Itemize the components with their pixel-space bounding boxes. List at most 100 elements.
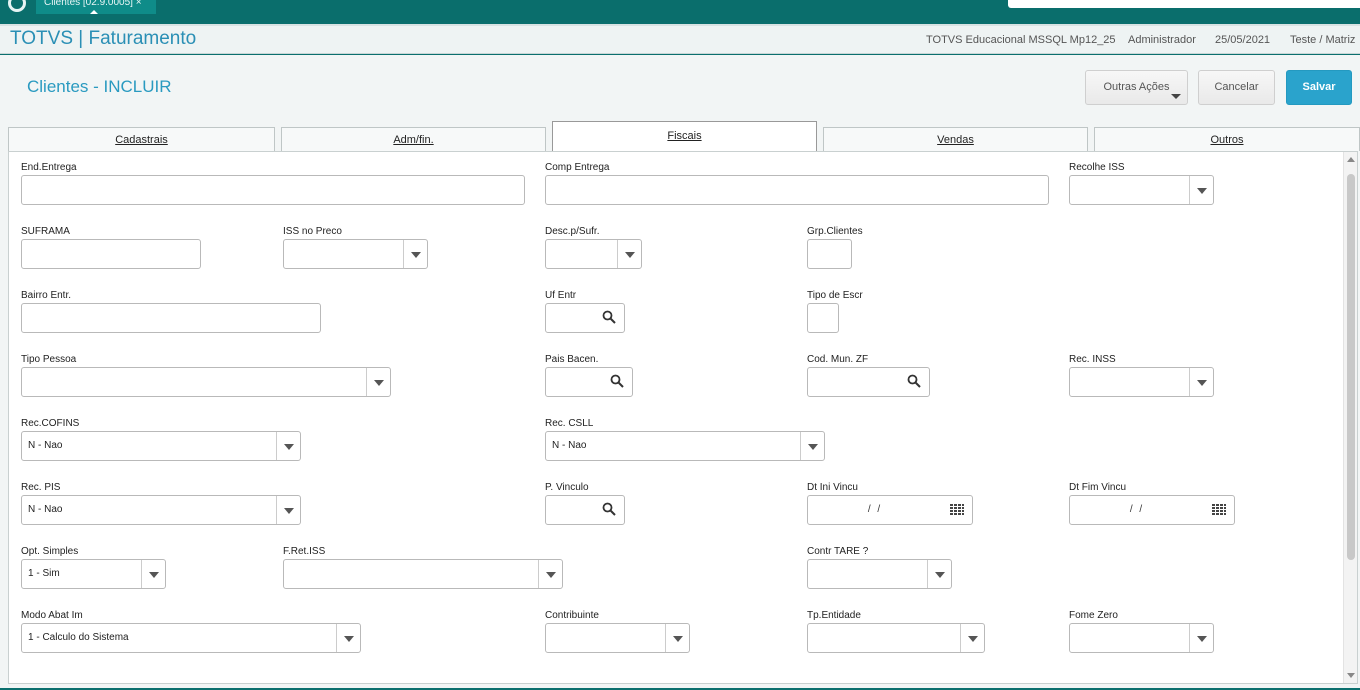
field-label: Grp.Clientes [807, 226, 863, 237]
p-vinculo-input[interactable] [545, 495, 625, 525]
chevron-down-icon[interactable] [960, 624, 984, 652]
search-icon[interactable] [602, 310, 616, 324]
iss-no-preco-select[interactable] [283, 239, 428, 269]
pais-bacen-input[interactable] [545, 367, 633, 397]
fome-zero-select[interactable] [1069, 623, 1214, 653]
date-info: 25/05/2021 [1215, 34, 1271, 46]
field-label: Desc.p/Sufr. [545, 226, 600, 237]
chevron-down-icon[interactable] [617, 240, 641, 268]
suframa-input[interactable] [21, 239, 201, 269]
chevron-down-icon[interactable] [538, 560, 562, 588]
save-label: Salvar [1302, 81, 1336, 93]
tipo-escr-input[interactable] [807, 303, 839, 333]
field-label: Dt Ini Vincu [807, 482, 858, 493]
grp-clientes-input[interactable] [807, 239, 852, 269]
chevron-down-icon[interactable] [665, 624, 689, 652]
recolhe-iss-select[interactable] [1069, 175, 1214, 205]
field-label: Rec.COFINS [21, 418, 80, 429]
field-label: Tp.Entidade [807, 610, 861, 621]
search-icon[interactable] [907, 374, 921, 388]
tab-cadastrais[interactable]: Cadastrais [8, 127, 275, 151]
select-value: N - Nao [552, 440, 587, 451]
cod-mun-zf-input[interactable] [807, 367, 930, 397]
modo-abat-select[interactable]: 1 - Calculo do Sistema [21, 623, 361, 653]
comp-entrega-input[interactable] [545, 175, 1049, 205]
chevron-down-icon[interactable] [800, 432, 824, 460]
chevron-down-icon[interactable] [403, 240, 427, 268]
totvs-logo-icon[interactable] [8, 0, 26, 12]
end-entrega-input[interactable] [21, 175, 525, 205]
tab-label: Outros [1210, 134, 1244, 146]
f-ret-iss-select[interactable] [283, 559, 563, 589]
field-label: Recolhe ISS [1069, 162, 1125, 173]
tp-entidade-select[interactable] [807, 623, 985, 653]
chevron-down-icon[interactable] [336, 624, 360, 652]
user-info: Administrador [1128, 34, 1196, 46]
select-value: 1 - Calculo do Sistema [28, 632, 129, 643]
program-tab[interactable]: Clientes [02.9.0005] × [36, 0, 156, 14]
field-label: Rec. CSLL [545, 418, 594, 429]
search-icon[interactable] [602, 502, 616, 516]
other-actions-button[interactable]: Outras Ações [1085, 70, 1188, 105]
tab-label: Cadastrais [115, 134, 168, 146]
select-value: 1 - Sim [28, 568, 60, 579]
active-tab-caret-icon [88, 10, 100, 14]
calendar-icon[interactable] [950, 504, 964, 516]
chevron-down-icon[interactable] [1189, 176, 1213, 204]
chevron-down-icon[interactable] [1189, 368, 1213, 396]
field-label: Cod. Mun. ZF [807, 354, 869, 365]
dt-fim-vincu-input[interactable]: / / [1069, 495, 1235, 525]
opt-simples-select[interactable]: 1 - Sim [21, 559, 166, 589]
field-label: End.Entrega [21, 162, 77, 173]
tab-vendas[interactable]: Vendas [823, 127, 1088, 151]
rec-inss-select[interactable] [1069, 367, 1214, 397]
cancel-button[interactable]: Cancelar [1198, 70, 1275, 105]
tipo-pessoa-select[interactable] [21, 367, 391, 397]
rec-csll-select[interactable]: N - Nao [545, 431, 825, 461]
chevron-down-icon [1171, 94, 1181, 99]
field-label: Bairro Entr. [21, 290, 72, 301]
field-label: Uf Entr [545, 290, 577, 301]
chevron-down-icon[interactable] [276, 432, 300, 460]
calendar-icon[interactable] [1212, 504, 1226, 516]
vertical-scrollbar[interactable] [1343, 152, 1357, 683]
search-icon[interactable] [610, 374, 624, 388]
chevron-down-icon[interactable] [927, 560, 951, 588]
tab-outros[interactable]: Outros [1094, 127, 1360, 151]
field-label: SUFRAMA [21, 226, 70, 237]
field-label: Contr TARE ? [807, 546, 869, 557]
branch-info: Teste / Matriz [1290, 34, 1356, 46]
chevron-down-icon[interactable] [141, 560, 165, 588]
app-header: TOTVS | Faturamento TOTVS Educacional MS… [0, 24, 1360, 54]
top-search-box[interactable] [1008, 0, 1360, 8]
scroll-down-icon[interactable] [1347, 673, 1355, 678]
cancel-label: Cancelar [1214, 81, 1259, 93]
scroll-up-icon[interactable] [1347, 157, 1355, 162]
field-label: Contribuinte [545, 610, 599, 621]
tab-label: Adm/fin. [393, 134, 434, 146]
top-strip: Clientes [02.9.0005] × [0, 0, 1360, 22]
field-label: Rec. INSS [1069, 354, 1116, 365]
chevron-down-icon[interactable] [1189, 624, 1213, 652]
form-panel: End.Entrega Comp Entrega Recolhe ISS SUF… [8, 151, 1358, 684]
tab-adm-fin[interactable]: Adm/fin. [281, 127, 546, 151]
contr-tare-select[interactable] [807, 559, 952, 589]
bairro-entr-input[interactable] [21, 303, 321, 333]
chevron-down-icon[interactable] [366, 368, 390, 396]
rec-cofins-select[interactable]: N - Nao [21, 431, 301, 461]
rec-pis-select[interactable]: N - Nao [21, 495, 301, 525]
field-label: Dt Fim Vincu [1069, 482, 1127, 493]
content-area: Clientes - INCLUIR Outras Ações Cancelar… [0, 55, 1360, 688]
desc-sufr-select[interactable] [545, 239, 642, 269]
select-value: N - Nao [28, 504, 63, 515]
tab-fiscais[interactable]: Fiscais [552, 121, 817, 151]
save-button[interactable]: Salvar [1286, 70, 1352, 105]
chevron-down-icon[interactable] [276, 496, 300, 524]
field-label: Opt. Simples [21, 546, 79, 557]
contribuinte-select[interactable] [545, 623, 690, 653]
uf-entr-input[interactable] [545, 303, 625, 333]
field-label: F.Ret.ISS [283, 546, 326, 557]
date-value: / / [867, 504, 883, 515]
scrollbar-thumb[interactable] [1347, 174, 1355, 560]
dt-ini-vincu-input[interactable]: / / [807, 495, 973, 525]
